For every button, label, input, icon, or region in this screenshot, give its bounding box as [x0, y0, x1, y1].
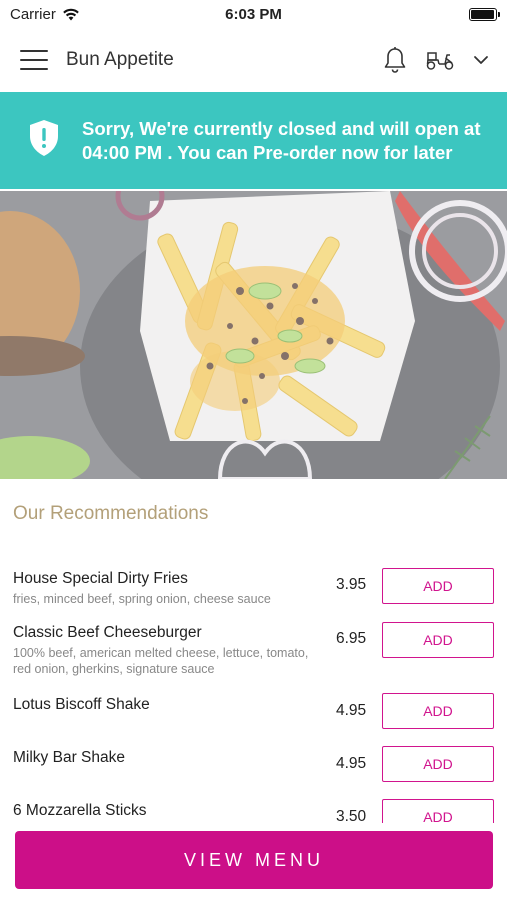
- add-button[interactable]: ADD: [382, 622, 494, 658]
- closed-banner: Sorry, We're currently closed and will o…: [0, 92, 507, 189]
- wifi-icon: [63, 8, 79, 20]
- item-description: fries, minced beef, spring onion, cheese…: [13, 592, 271, 606]
- item-price: 4.95: [336, 755, 367, 772]
- add-button[interactable]: ADD: [382, 568, 494, 604]
- header-actions: [383, 46, 489, 74]
- item-name: Milky Bar Shake: [13, 749, 125, 766]
- app-header: Bun Appetite: [0, 28, 507, 92]
- item-name: 6 Mozzarella Sticks: [13, 802, 147, 819]
- item-price: 6.95: [336, 630, 367, 647]
- battery-fill: [471, 9, 494, 19]
- add-button[interactable]: ADD: [382, 799, 494, 823]
- add-button[interactable]: ADD: [382, 693, 494, 729]
- chevron-down-icon[interactable]: [473, 55, 489, 65]
- recommendations-title: Our Recommendations: [13, 503, 209, 524]
- item-name: Lotus Biscoff Shake: [13, 696, 150, 713]
- menu-icon[interactable]: [20, 50, 48, 70]
- battery-icon: [469, 7, 500, 21]
- app-title: Bun Appetite: [66, 49, 174, 70]
- item-price: 3.50: [336, 808, 367, 823]
- item-description: 100% beef, american melted cheese, lettu…: [13, 646, 309, 676]
- shield-alert-icon: [28, 119, 62, 162]
- add-button[interactable]: ADD: [382, 746, 494, 782]
- bell-icon[interactable]: [383, 46, 407, 74]
- scooter-icon[interactable]: [425, 49, 455, 71]
- hero-overlay: [0, 191, 507, 479]
- status-bar: Carrier 6:03 PM: [0, 0, 507, 28]
- item-name: Classic Beef Cheeseburger: [13, 624, 202, 641]
- recommendations-list: House Special Dirty Fries fries, minced …: [0, 565, 507, 823]
- carrier-label: Carrier: [10, 5, 56, 23]
- item-price: 4.95: [336, 702, 367, 719]
- status-left: Carrier: [10, 6, 80, 23]
- item-name: House Special Dirty Fries: [13, 570, 188, 587]
- banner-message: Sorry, We're currently closed and will o…: [82, 117, 481, 163]
- hero-food-image: [0, 191, 507, 479]
- item-price: 3.95: [336, 576, 367, 593]
- view-menu-button[interactable]: VIEW MENU: [15, 831, 493, 889]
